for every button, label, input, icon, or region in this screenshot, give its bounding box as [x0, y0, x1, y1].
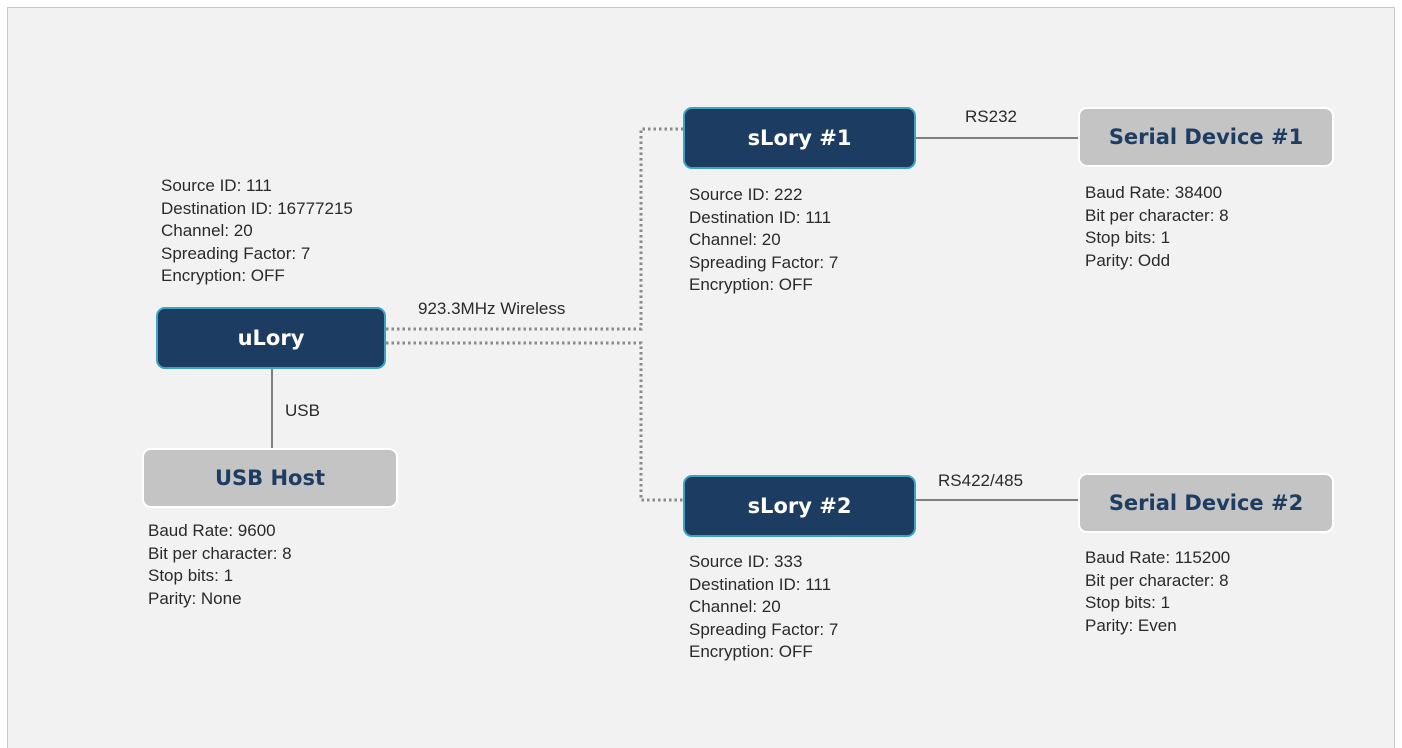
slory1-destination-id: Destination ID: 111 [689, 207, 832, 227]
slory2-node: sLory #2 [683, 475, 916, 537]
slory1-encryption: Encryption: OFF [689, 275, 813, 294]
serial1-stop-bits: Stop bits: 1 [1085, 228, 1171, 247]
serial-device2-node: Serial Device #2 [1078, 473, 1334, 533]
wireless-link-label: 923.3MHz Wireless [418, 299, 566, 318]
ulory-encryption: Encryption: OFF [161, 266, 285, 285]
serial1-parity: Parity: Odd [1085, 250, 1171, 270]
usb-host-baud-rate: Baud Rate: 9600 [148, 521, 276, 540]
slory1-node: sLory #1 [683, 107, 916, 169]
slory2-destination-id: Destination ID: 111 [689, 574, 832, 594]
slory1-spreading-factor: Spreading Factor: 7 [689, 252, 839, 272]
usb-host-bits-per-char: Bit per character: 8 [148, 543, 292, 563]
serial-device1-info: Baud Rate: 38400 Bit per character: 8 St… [1085, 182, 1229, 272]
serial2-bits-per-char: Bit per character: 8 [1085, 570, 1229, 590]
slory1-channel: Channel: 20 [689, 230, 781, 249]
ulory-destination-id: Destination ID: 16777215 [161, 198, 353, 218]
rs422-link-label: RS422/485 [938, 471, 1024, 490]
usb-host-node: USB Host [142, 448, 398, 508]
ulory-info: Source ID: 111 Destination ID: 16777215 … [161, 175, 353, 288]
serial2-stop-bits: Stop bits: 1 [1085, 593, 1171, 612]
ulory-channel: Channel: 20 [161, 221, 253, 240]
usb-host-info: Baud Rate: 9600 Bit per character: 8 Sto… [148, 520, 292, 610]
serial-device1-node: Serial Device #1 [1078, 107, 1334, 167]
serial1-baud-rate: Baud Rate: 38400 [1085, 183, 1223, 202]
serial2-parity: Parity: Even [1085, 615, 1177, 635]
ulory-source-id: Source ID: 111 [161, 176, 272, 195]
slory2-spreading-factor: Spreading Factor: 7 [689, 619, 839, 639]
rs232-link-label: RS232 [965, 107, 1017, 126]
slory2-encryption: Encryption: OFF [689, 642, 813, 661]
slory1-info: Source ID: 222 Destination ID: 111 Chann… [689, 184, 838, 297]
serial2-baud-rate: Baud Rate: 115200 [1085, 548, 1231, 567]
serial1-bits-per-char: Bit per character: 8 [1085, 205, 1229, 225]
usb-link-label: USB [285, 401, 320, 420]
slory2-channel: Channel: 20 [689, 597, 781, 616]
ulory-node: uLory [156, 307, 386, 369]
slory2-source-id: Source ID: 333 [689, 552, 803, 571]
serial-device2-info: Baud Rate: 115200 Bit per character: 8 S… [1085, 547, 1230, 637]
usb-host-stop-bits: Stop bits: 1 [148, 566, 234, 585]
slory1-source-id: Source ID: 222 [689, 185, 803, 204]
ulory-spreading-factor: Spreading Factor: 7 [161, 243, 311, 263]
slory2-info: Source ID: 333 Destination ID: 111 Chann… [689, 551, 838, 664]
usb-host-parity: Parity: None [148, 588, 242, 608]
wireless-link-slory2 [386, 341, 683, 502]
